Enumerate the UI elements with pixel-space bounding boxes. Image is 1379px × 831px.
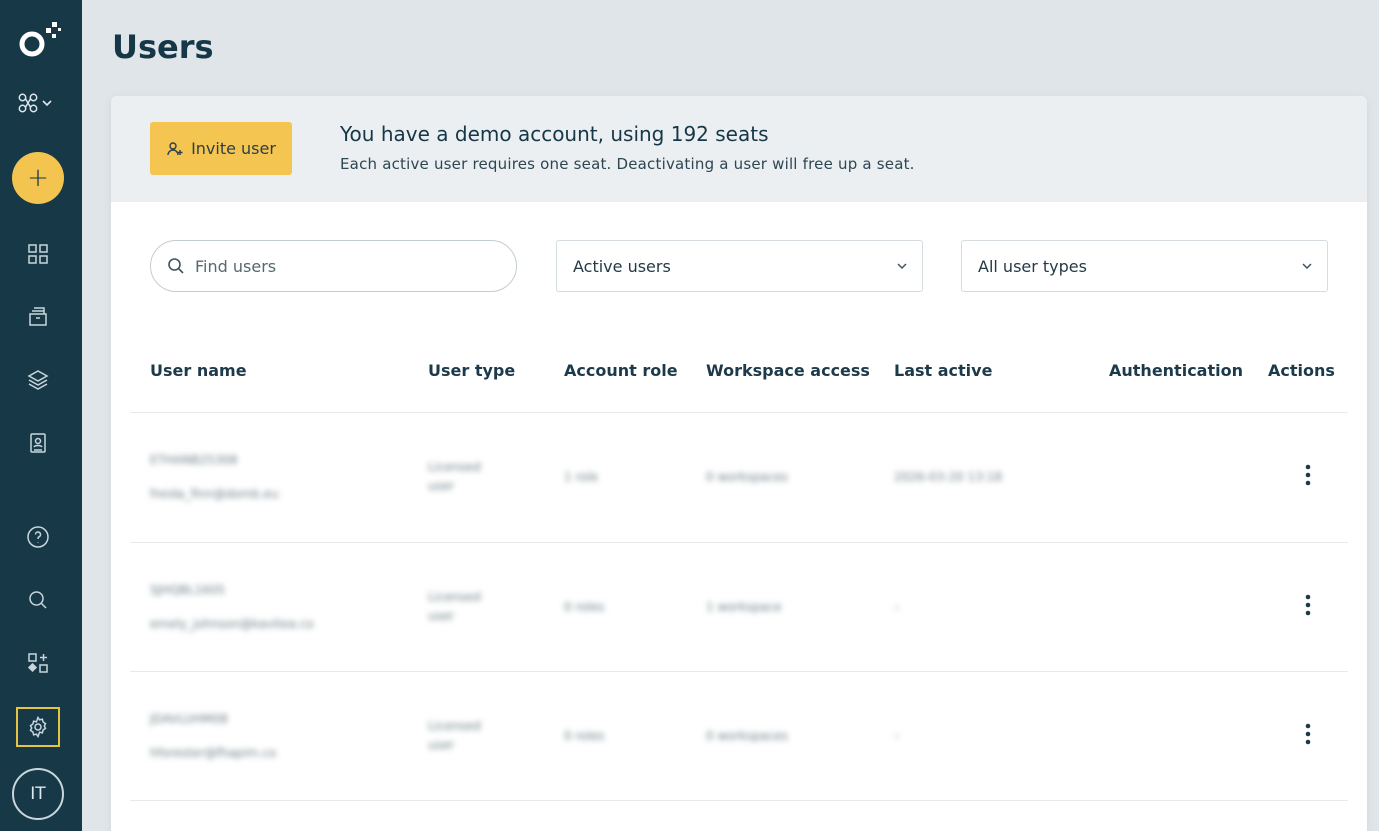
avatar[interactable]: IT [12,768,64,820]
column-header-workspace-access[interactable]: Workspace access [706,361,870,380]
last-active: – [894,729,900,743]
row-actions-button[interactable] [1296,720,1320,748]
folder-icon [29,307,47,326]
column-header-account-role[interactable]: Account role [564,361,678,380]
column-header-user-type[interactable]: User type [428,361,515,380]
user-type-line2: user [428,738,455,752]
account-role: 0 roles [564,600,605,614]
add-widget-icon [27,653,48,673]
workspace-switcher[interactable] [17,88,65,118]
network-icon [18,93,38,113]
user-type-line1: Licensed [428,590,481,604]
account-role: 1 role [564,470,599,484]
search-icon [168,258,184,274]
user-email: freida_finn@domb.eu [150,487,279,501]
last-active: 2026-03-20 13:18 [894,470,1003,484]
column-header-authentication[interactable]: Authentication [1109,361,1243,380]
row-actions-button[interactable] [1296,461,1320,489]
user-type-line2: user [428,609,455,623]
user-email: emely_johnson@kavitea.co [150,617,314,631]
create-button-label: + [27,163,49,193]
column-header-actions: Actions [1268,361,1335,380]
divider [130,800,1348,801]
user-email: hforester@fhapim.co [150,746,277,760]
help-icon [27,526,49,548]
user-name: ETHANB25308 [150,453,238,467]
column-header-user-name[interactable]: User name [150,361,247,380]
status-filter-value: Active users [573,256,671,276]
integrations-nav[interactable] [17,642,59,684]
avatar-initials: IT [30,784,46,804]
sidebar: + IT [0,0,82,831]
search-icon [29,591,47,609]
table-row[interactable]: SJHQBL1605 emely_johnson@kavitea.co Lice… [111,543,1367,672]
chevron-down-icon [897,263,907,270]
grid-icon [28,244,48,264]
seat-info-subtitle: Each active user requires one seat. Deac… [340,155,915,173]
contacts-nav[interactable] [17,422,59,464]
user-type-filter-value: All user types [978,256,1087,276]
user-type-line1: Licensed [428,719,481,733]
search-nav[interactable] [17,579,59,621]
user-type-line2: user [428,479,455,493]
layers-icon [27,370,49,390]
chevron-down-icon [1302,263,1312,270]
projects-nav[interactable] [17,296,59,338]
settings-nav[interactable] [16,707,60,747]
user-type-filter-select[interactable]: All user types [961,240,1328,292]
user-type-line1: Licensed [428,460,481,474]
workspace-access: 1 workspace [706,600,782,614]
layers-nav[interactable] [17,359,59,401]
add-user-icon [167,141,183,155]
app-logo[interactable] [16,18,62,64]
create-button[interactable]: + [12,152,64,204]
search-field[interactable] [150,240,517,292]
more-vertical-icon [1305,464,1311,486]
column-header-last-active[interactable]: Last active [894,361,992,380]
workspace-access: 0 workspaces [706,729,788,743]
gear-icon [29,715,47,739]
workspace-access: 0 workspaces [706,470,788,484]
users-card: Invite user You have a demo account, usi… [111,96,1367,831]
more-vertical-icon [1305,594,1311,616]
row-actions-button[interactable] [1296,591,1320,619]
invite-user-button[interactable]: Invite user [150,122,292,175]
chevron-down-icon [42,100,52,107]
invite-user-label: Invite user [191,139,276,158]
more-vertical-icon [1305,723,1311,745]
contact-book-icon [30,433,46,453]
dashboard-nav[interactable] [17,233,59,275]
table-row[interactable]: ETHANB25308 freida_finn@domb.eu Licensed… [111,413,1367,542]
last-active: – [894,600,900,614]
user-name: SJHQBL1605 [150,583,226,597]
account-role: 0 roles [564,729,605,743]
user-name: JDAVLUHM08 [150,712,228,726]
page-title: Users [112,28,214,66]
table-row[interactable]: JDAVLUHM08 hforester@fhapim.co Licensed … [111,672,1367,801]
demo-banner: Invite user You have a demo account, usi… [111,96,1367,202]
search-input[interactable] [195,256,485,276]
seat-info-title: You have a demo account, using 192 seats [340,122,769,146]
status-filter-select[interactable]: Active users [556,240,923,292]
help-nav[interactable] [17,516,59,558]
